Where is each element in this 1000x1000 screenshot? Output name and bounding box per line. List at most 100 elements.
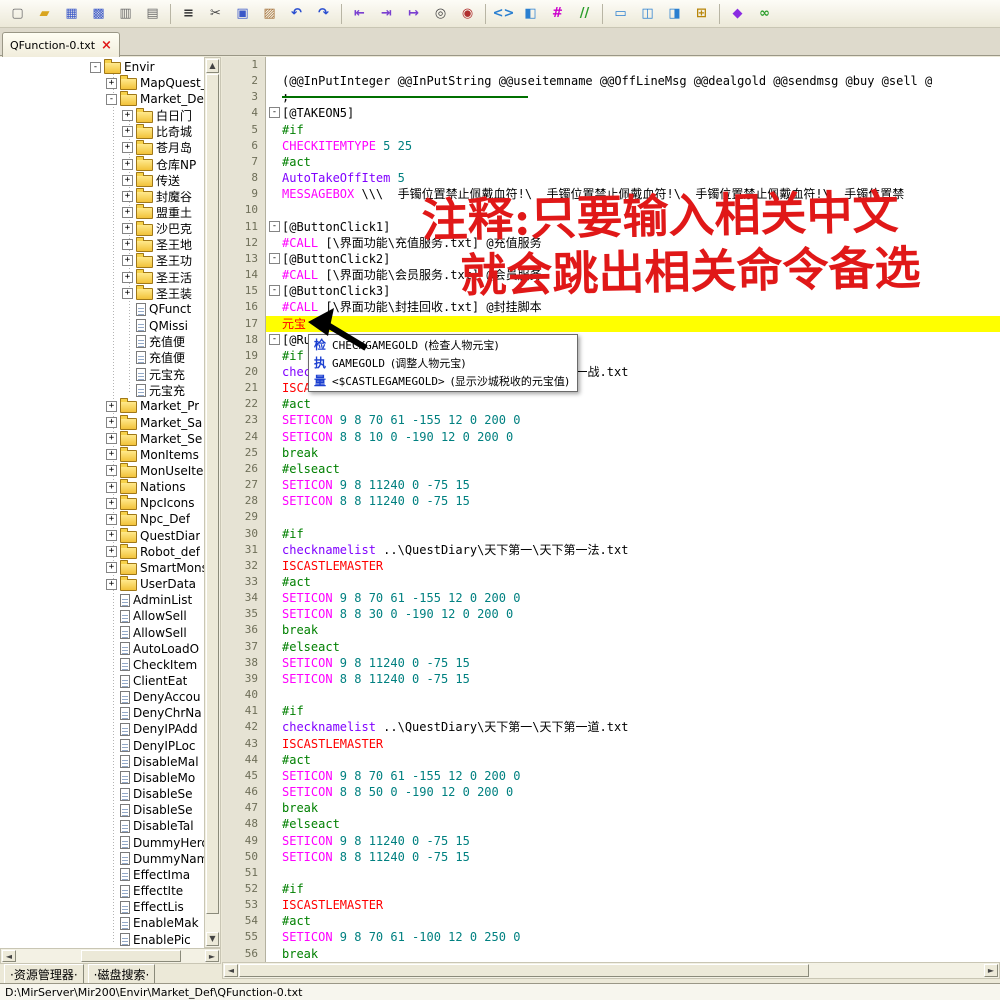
code-line[interactable]: 43 ISCASTLEMASTER: [222, 735, 1000, 752]
code-line-body[interactable]: SETICON 9 8 11240 0 -75 15: [266, 655, 1000, 671]
code-line[interactable]: 40: [222, 687, 1000, 704]
tree-item[interactable]: AdminList: [0, 592, 204, 608]
save-icon[interactable]: ▦: [59, 1, 84, 26]
code-line[interactable]: 56 break: [222, 945, 1000, 962]
expand-icon[interactable]: +: [106, 481, 117, 493]
tree-item[interactable]: + MonItems: [0, 446, 204, 463]
tree-item[interactable]: 充值便: [0, 334, 204, 350]
tree-item[interactable]: + Npc_Def: [0, 511, 204, 527]
new-file-icon[interactable]: ▢: [5, 1, 30, 26]
code-line[interactable]: 24 SETICON 8 8 10 0 -190 12 0 200 0: [222, 428, 1000, 445]
tree-item[interactable]: EnableMak: [0, 915, 204, 931]
code-line[interactable]: 35 SETICON 8 8 30 0 -190 12 0 200 0: [222, 606, 1000, 623]
tree-item[interactable]: EffectIte: [0, 883, 204, 899]
tree-item[interactable]: + 圣王功: [0, 252, 204, 269]
editor-horizontal-scrollbar[interactable]: ◄ ►: [222, 962, 1000, 979]
code-line[interactable]: 6 CHECKITEMTYPE 5 25: [222, 137, 1000, 154]
scrollbar-thumb[interactable]: [81, 950, 181, 962]
tree-item[interactable]: EnablePic: [0, 931, 204, 947]
expand-icon[interactable]: +: [122, 190, 133, 202]
expand-icon[interactable]: +: [122, 271, 133, 283]
expand-icon[interactable]: +: [106, 417, 117, 429]
code-line[interactable]: 37 #elseact: [222, 638, 1000, 655]
tree-item[interactable]: - Envir: [0, 59, 204, 75]
tree-item[interactable]: 元宝充: [0, 382, 204, 398]
code-line[interactable]: 23 SETICON 9 8 70 61 -155 12 0 200 0: [222, 412, 1000, 429]
fold-collapse-icon[interactable]: -: [269, 333, 280, 345]
code-line[interactable]: 34 SETICON 9 8 70 61 -155 12 0 200 0: [222, 590, 1000, 607]
comment-icon[interactable]: //: [572, 1, 597, 26]
tree-item[interactable]: + Market_Sa: [0, 414, 204, 430]
suggestion-item[interactable]: 量 <$CASTLEGAMEGOLD> (显示沙城税收的元宝值): [310, 372, 576, 390]
code-line-body[interactable]: break: [266, 622, 1000, 638]
expand-icon[interactable]: +: [106, 578, 117, 590]
indent-left-icon[interactable]: ⇤: [347, 1, 372, 26]
code-line[interactable]: 36 break: [222, 622, 1000, 639]
code-line[interactable]: 28 SETICON 8 8 11240 0 -75 15: [222, 493, 1000, 510]
tree-item[interactable]: DisableMal: [0, 754, 204, 770]
expand-icon[interactable]: +: [106, 400, 117, 412]
expand-icon[interactable]: +: [122, 142, 133, 154]
code-line-body[interactable]: #act: [266, 154, 1000, 170]
code-line-body[interactable]: #elseact: [266, 816, 1000, 832]
code-line-body[interactable]: [266, 687, 1000, 703]
tree-item[interactable]: DummyHero: [0, 835, 204, 851]
expand-icon[interactable]: +: [106, 497, 117, 509]
code-line-body[interactable]: #if: [266, 703, 1000, 719]
code-line[interactable]: 1: [222, 57, 1000, 74]
export-page-icon[interactable]: ▥: [113, 1, 138, 26]
code-line-body[interactable]: #act: [266, 752, 1000, 768]
expand-icon[interactable]: +: [122, 287, 133, 299]
code-line[interactable]: 42 checknamelist ..\QuestDiary\天下第一\天下第一道…: [222, 719, 1000, 736]
code-line[interactable]: 44 #act: [222, 751, 1000, 768]
tree-item[interactable]: - Market_De: [0, 91, 204, 107]
code-line[interactable]: 22 #act: [222, 396, 1000, 413]
tree-item[interactable]: + 比奇城: [0, 123, 204, 140]
code-line[interactable]: 33 #act: [222, 574, 1000, 591]
code-line-body[interactable]: [266, 57, 1000, 73]
tree-item[interactable]: AllowSell: [0, 624, 204, 640]
code-line[interactable]: 39 SETICON 8 8 11240 0 -75 15: [222, 670, 1000, 688]
hash-icon[interactable]: #: [545, 1, 570, 26]
code-line[interactable]: 46 SETICON 8 8 50 0 -190 12 0 200 0: [222, 784, 1000, 801]
indent-right-icon[interactable]: ⇥: [374, 1, 399, 26]
expand-icon[interactable]: +: [106, 513, 117, 525]
tree-item[interactable]: 充值便: [0, 350, 204, 366]
code-line[interactable]: 5 #if: [222, 121, 1000, 138]
code-line-body[interactable]: #elseact: [266, 639, 1000, 655]
code-line[interactable]: 4- [@TAKEON5]: [222, 105, 1000, 122]
expand-icon[interactable]: +: [106, 562, 117, 574]
list-icon[interactable]: ≡: [176, 1, 201, 26]
code-line-body[interactable]: SETICON 8 8 30 0 -190 12 0 200 0: [266, 606, 1000, 622]
code-line[interactable]: 32 ISCASTLEMASTER: [222, 557, 1000, 574]
code-line[interactable]: 50 SETICON 8 8 11240 0 -75 15: [222, 848, 1000, 865]
tree-item[interactable]: + 圣王地: [0, 236, 204, 253]
code-line-body[interactable]: SETICON 8 8 50 0 -190 12 0 200 0: [266, 784, 1000, 800]
code-line[interactable]: 53 ISCASTLEMASTER: [222, 897, 1000, 914]
tree-item[interactable]: EffectLis: [0, 899, 204, 915]
code-line-body[interactable]: break: [266, 800, 1000, 816]
code-line[interactable]: 7 #act: [222, 153, 1000, 171]
tree-item[interactable]: AllowSell: [0, 608, 204, 624]
expand-icon[interactable]: +: [122, 255, 133, 267]
expand-icon[interactable]: +: [106, 530, 117, 542]
expand-icon[interactable]: +: [122, 239, 133, 251]
tree-item[interactable]: + 盟重土: [0, 204, 204, 220]
properties-icon[interactable]: ▤: [140, 1, 165, 26]
tree-item[interactable]: + Nations: [0, 479, 204, 495]
tree-item[interactable]: DummyName: [0, 851, 204, 867]
tree-item[interactable]: + 苍月岛: [0, 139, 204, 156]
tree-item[interactable]: DenyIPAdd: [0, 721, 204, 737]
code-line-body[interactable]: break: [266, 445, 1000, 461]
tree-item[interactable]: AutoLoadO: [0, 641, 204, 657]
expand-icon[interactable]: +: [122, 110, 133, 122]
redo-icon[interactable]: ↷: [311, 1, 336, 26]
code-line-body[interactable]: 元宝: [266, 315, 1000, 332]
code-line[interactable]: 54 #act: [222, 913, 1000, 930]
tree-item[interactable]: ClientEat: [0, 673, 204, 689]
code-line-body[interactable]: SETICON 8 8 10 0 -190 12 0 200 0: [266, 429, 1000, 445]
tree-item[interactable]: + SmartMons: [0, 559, 204, 576]
code-line-body[interactable]: SETICON 8 8 11240 0 -75 15: [266, 849, 1000, 865]
code-line-body[interactable]: SETICON 8 8 11240 0 -75 15: [266, 493, 1000, 509]
code-line-body[interactable]: #if: [266, 526, 1000, 542]
